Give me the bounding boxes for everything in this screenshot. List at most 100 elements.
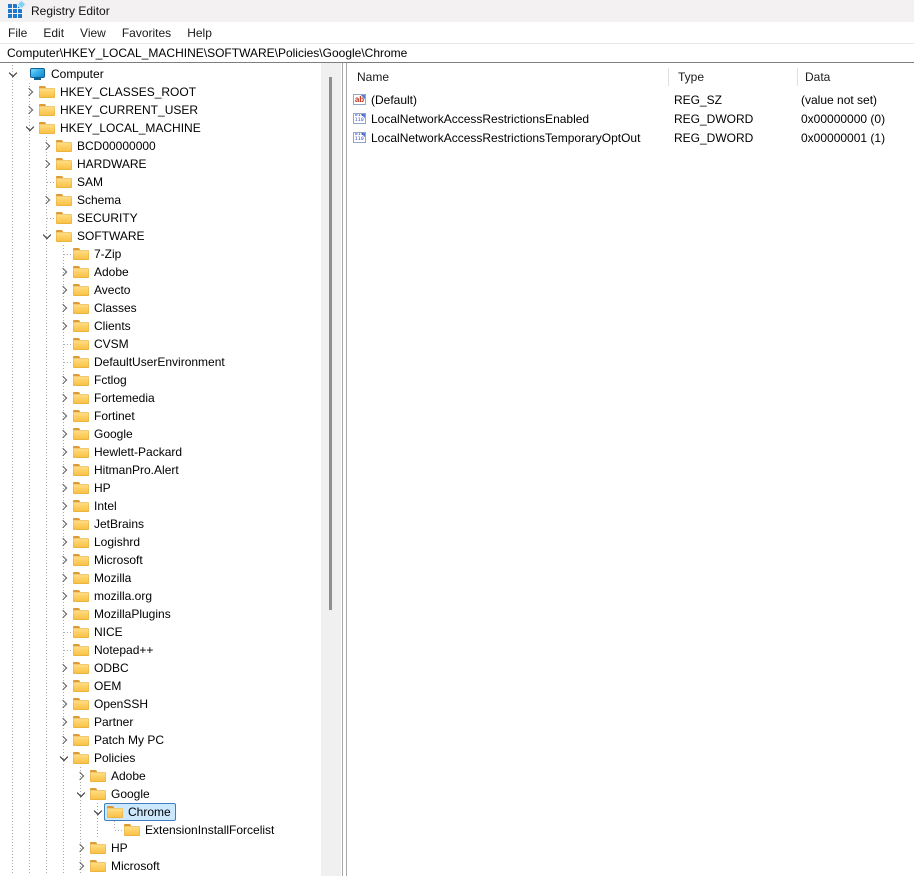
tree-item-policies[interactable]: Policies: [0, 749, 342, 767]
chevron-right-icon[interactable]: [55, 479, 72, 497]
tree-item-hewlett-packard[interactable]: Hewlett-Packard: [0, 443, 342, 461]
tree-item-hitmanpro-alert[interactable]: HitmanPro.Alert: [0, 461, 342, 479]
chevron-right-icon[interactable]: [55, 605, 72, 623]
chevron-down-icon[interactable]: [4, 65, 21, 83]
tree-item-sam[interactable]: SAM: [0, 173, 342, 191]
tree-item-nice[interactable]: NICE: [0, 623, 342, 641]
tree-item-fctlog[interactable]: Fctlog: [0, 371, 342, 389]
tree-item-partner[interactable]: Partner: [0, 713, 342, 731]
chevron-right-icon[interactable]: [38, 191, 55, 209]
tree-item-patch-my-pc[interactable]: Patch My PC: [0, 731, 342, 749]
column-header-name[interactable]: Name: [347, 63, 669, 90]
chevron-right-icon[interactable]: [38, 155, 55, 173]
chevron-right-icon[interactable]: [55, 281, 72, 299]
tree-scrollbar[interactable]: [321, 63, 341, 876]
tree-item-oem[interactable]: OEM: [0, 677, 342, 695]
chevron-right-icon[interactable]: [55, 389, 72, 407]
column-header-type[interactable]: Type: [669, 63, 798, 90]
tree-item-avecto[interactable]: Avecto: [0, 281, 342, 299]
chevron-right-icon[interactable]: [55, 497, 72, 515]
chevron-right-icon[interactable]: [55, 407, 72, 425]
tree-item-security[interactable]: SECURITY: [0, 209, 342, 227]
tree-item-chrome[interactable]: Chrome: [0, 803, 342, 821]
chevron-right-icon[interactable]: [55, 317, 72, 335]
chevron-down-icon[interactable]: [89, 803, 106, 821]
chevron-right-icon[interactable]: [55, 695, 72, 713]
tree-item-schema[interactable]: Schema: [0, 191, 342, 209]
tree-item-hkey-current-user[interactable]: HKEY_CURRENT_USER: [0, 101, 342, 119]
title-bar[interactable]: Registry Editor: [0, 0, 914, 22]
chevron-right-icon[interactable]: [55, 299, 72, 317]
chevron-right-icon[interactable]: [55, 551, 72, 569]
tree-item-fortemedia[interactable]: Fortemedia: [0, 389, 342, 407]
tree-item-extensioninstallforcelist[interactable]: ExtensionInstallForcelist: [0, 821, 342, 839]
address-input[interactable]: [0, 45, 914, 61]
tree-item-odbc[interactable]: ODBC: [0, 659, 342, 677]
menu-item-file[interactable]: File: [0, 26, 35, 40]
tree-item-intel[interactable]: Intel: [0, 497, 342, 515]
chevron-right-icon[interactable]: [55, 371, 72, 389]
tree-guide-line: [38, 641, 55, 659]
menu-item-help[interactable]: Help: [179, 26, 220, 40]
chevron-down-icon[interactable]: [38, 227, 55, 245]
tree-item-adobe[interactable]: Adobe: [0, 263, 342, 281]
tree-item-hkey-local-machine[interactable]: HKEY_LOCAL_MACHINE: [0, 119, 342, 137]
menu-item-view[interactable]: View: [72, 26, 114, 40]
tree-node: Partner: [70, 713, 138, 731]
tree-item-hp[interactable]: HP: [0, 479, 342, 497]
tree-item-google[interactable]: Google: [0, 425, 342, 443]
tree-item-defaultuserenvironment[interactable]: DefaultUserEnvironment: [0, 353, 342, 371]
tree-item-software[interactable]: SOFTWARE: [0, 227, 342, 245]
tree-item-mozilla[interactable]: Mozilla: [0, 569, 342, 587]
tree-item-hkey-classes-root[interactable]: HKEY_CLASSES_ROOT: [0, 83, 342, 101]
tree-item-adobe[interactable]: Adobe: [0, 767, 342, 785]
tree-item-7-zip[interactable]: 7-Zip: [0, 245, 342, 263]
tree-item-bcd00000000[interactable]: BCD00000000: [0, 137, 342, 155]
chevron-right-icon[interactable]: [55, 677, 72, 695]
tree-item-clients[interactable]: Clients: [0, 317, 342, 335]
tree-item-jetbrains[interactable]: JetBrains: [0, 515, 342, 533]
tree-item-cvsm[interactable]: CVSM: [0, 335, 342, 353]
tree-item-logishrd[interactable]: Logishrd: [0, 533, 342, 551]
tree-item-microsoft[interactable]: Microsoft: [0, 551, 342, 569]
chevron-right-icon[interactable]: [55, 659, 72, 677]
chevron-right-icon[interactable]: [38, 137, 55, 155]
tree-item-mozillaplugins[interactable]: MozillaPlugins: [0, 605, 342, 623]
chevron-right-icon[interactable]: [72, 857, 89, 875]
tree-item-fortinet[interactable]: Fortinet: [0, 407, 342, 425]
table-row[interactable]: LocalNetworkAccessRestrictionsTemporaryO…: [347, 128, 914, 147]
chevron-right-icon[interactable]: [55, 587, 72, 605]
tree-item-notepad-[interactable]: Notepad++: [0, 641, 342, 659]
chevron-right-icon[interactable]: [55, 263, 72, 281]
tree-guide-line: [55, 803, 72, 821]
tree-item-hp[interactable]: HP: [0, 839, 342, 857]
menu-item-edit[interactable]: Edit: [35, 26, 72, 40]
chevron-right-icon[interactable]: [55, 443, 72, 461]
chevron-right-icon[interactable]: [55, 731, 72, 749]
chevron-down-icon[interactable]: [55, 749, 72, 767]
tree-item-google[interactable]: Google: [0, 785, 342, 803]
chevron-right-icon[interactable]: [55, 515, 72, 533]
chevron-right-icon[interactable]: [21, 101, 38, 119]
tree-scrollbar-thumb[interactable]: [329, 77, 332, 610]
tree-item-microsoft[interactable]: Microsoft: [0, 857, 342, 875]
menu-item-favorites[interactable]: Favorites: [114, 26, 179, 40]
tree-item-mozilla-org[interactable]: mozilla.org: [0, 587, 342, 605]
tree-item-computer[interactable]: Computer: [0, 65, 342, 83]
table-row[interactable]: LocalNetworkAccessRestrictionsEnabledREG…: [347, 109, 914, 128]
chevron-down-icon[interactable]: [72, 785, 89, 803]
chevron-right-icon[interactable]: [55, 461, 72, 479]
chevron-right-icon[interactable]: [72, 767, 89, 785]
chevron-right-icon[interactable]: [55, 569, 72, 587]
tree-item-hardware[interactable]: HARDWARE: [0, 155, 342, 173]
column-header-data[interactable]: Data: [798, 63, 914, 90]
chevron-right-icon[interactable]: [55, 533, 72, 551]
chevron-right-icon[interactable]: [55, 713, 72, 731]
tree-item-classes[interactable]: Classes: [0, 299, 342, 317]
tree-item-openssh[interactable]: OpenSSH: [0, 695, 342, 713]
chevron-right-icon[interactable]: [21, 83, 38, 101]
chevron-right-icon[interactable]: [72, 839, 89, 857]
chevron-down-icon[interactable]: [21, 119, 38, 137]
chevron-right-icon[interactable]: [55, 425, 72, 443]
table-row[interactable]: (Default)REG_SZ(value not set): [347, 90, 914, 109]
